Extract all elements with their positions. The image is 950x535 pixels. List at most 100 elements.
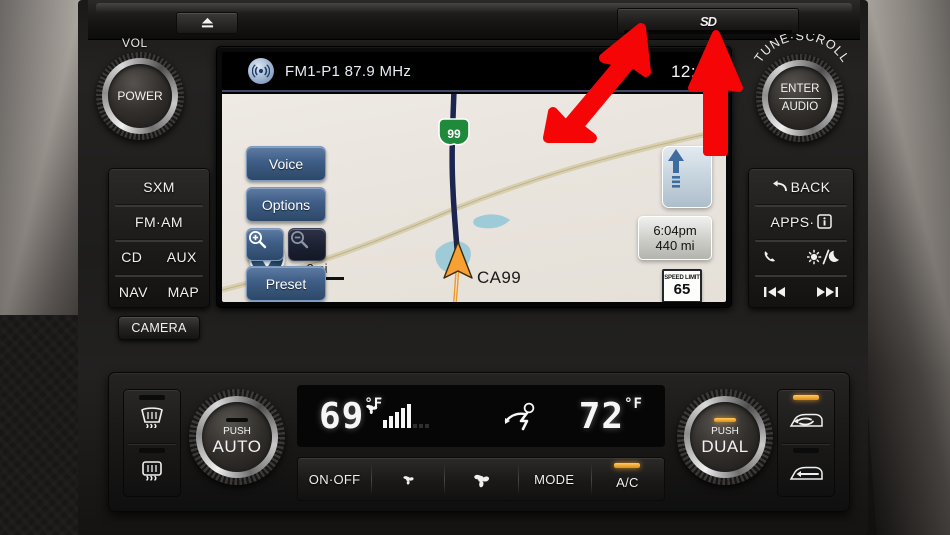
tune-scroll-knob[interactable]: TUNE·SCROLL ENTER AUDIO xyxy=(748,34,856,146)
camera-button[interactable]: CAMERA xyxy=(118,316,200,340)
ac-indicator xyxy=(614,463,641,468)
passenger-temperature-knob[interactable]: PUSH DUAL xyxy=(675,387,775,495)
rear-defrost-indicator xyxy=(139,448,165,453)
previous-track-icon xyxy=(764,286,785,297)
passenger-temp-readout: 72°F xyxy=(579,396,643,437)
defrost-button-group xyxy=(123,389,181,497)
clock-label: 12:00 xyxy=(670,62,716,81)
climate-control-panel: PUSH AUTO 69 °F 72°F ON·OFF MODE A/C PUSH… xyxy=(108,372,850,512)
recirculate-indicator xyxy=(793,395,819,400)
fm-am-label: FM·AM xyxy=(135,213,183,230)
map-label: MAP xyxy=(167,283,200,300)
voice-button-label: Voice xyxy=(268,155,304,172)
eject-button[interactable] xyxy=(176,12,238,34)
volume-power-knob[interactable]: VOL POWER xyxy=(92,36,188,144)
phone-icon xyxy=(764,250,775,262)
fresh-air-button[interactable] xyxy=(778,443,834,496)
fan-increase-button[interactable] xyxy=(444,458,517,500)
driver-temperature-knob[interactable]: PUSH AUTO xyxy=(187,387,287,495)
passenger-knob-push-label: PUSH xyxy=(711,425,739,437)
eject-icon xyxy=(201,18,213,28)
climate-on-off-button[interactable]: ON·OFF xyxy=(298,458,371,500)
back-label: BACK xyxy=(790,178,831,195)
direction-indicator xyxy=(662,146,712,208)
auto-button[interactable]: PUSH AUTO xyxy=(202,402,272,472)
speed-limit-sign: SPEED LIMIT 65 xyxy=(662,269,702,302)
function-button-stack: BACK APPS· xyxy=(748,168,854,308)
front-defrost-button[interactable] xyxy=(124,390,180,443)
back-button[interactable]: BACK xyxy=(749,169,853,204)
rear-defrost-button[interactable] xyxy=(124,443,180,496)
eta-box: 6:04pm 440 mi xyxy=(638,216,712,260)
map-zoom-in-button[interactable] xyxy=(246,228,284,261)
map-canvas[interactable]: 99 2mi CA99 Voice xyxy=(222,94,726,302)
dual-button[interactable]: PUSH DUAL xyxy=(690,402,760,472)
svg-text:99: 99 xyxy=(447,127,461,141)
front-defrost-icon xyxy=(141,406,163,428)
fresh-air-indicator xyxy=(793,448,819,453)
apps-info-button[interactable]: APPS· xyxy=(749,204,853,239)
preset-button[interactable]: Preset xyxy=(246,266,326,301)
volume-knob-label: VOL xyxy=(122,36,148,50)
ac-button[interactable]: A/C xyxy=(590,458,664,500)
climate-lcd-display: 69 °F 72°F xyxy=(297,385,665,447)
auto-label: AUTO xyxy=(212,436,262,456)
passenger-temp-value: 72 xyxy=(578,395,625,437)
phone-brightness-button[interactable] xyxy=(749,239,853,274)
infotainment-dashboard: SD FM1-P1 87.9 MHz 12:00 99 CA99 Voice O… xyxy=(0,0,950,535)
speed-limit-value: 65 xyxy=(673,280,691,298)
track-skip-button[interactable] xyxy=(749,274,853,307)
nav-label: NAV xyxy=(118,283,148,300)
ac-label: A/C xyxy=(616,475,639,490)
fan-level-bars-icon xyxy=(366,404,430,428)
voice-button[interactable]: Voice xyxy=(246,146,326,181)
status-bar: FM1-P1 87.9 MHz 12:00 xyxy=(222,52,726,92)
next-track-icon xyxy=(817,286,838,297)
info-box-icon xyxy=(816,214,832,229)
straight-ahead-arrow-icon xyxy=(668,149,684,188)
fm-am-button[interactable]: FM·AM xyxy=(109,204,209,239)
air-recirculate-icon xyxy=(789,413,823,427)
airflow-face-feet-icon xyxy=(504,402,535,431)
power-button-label: POWER xyxy=(117,89,163,103)
fan-decrease-button[interactable] xyxy=(371,458,444,500)
route-shield-icon: 99 xyxy=(438,118,470,146)
on-off-label: ON·OFF xyxy=(308,471,361,487)
fresh-air-intake-icon xyxy=(789,466,823,480)
brightness-day-night-icon xyxy=(806,249,839,264)
passenger-temp-unit: °F xyxy=(624,395,643,412)
dual-label: DUAL xyxy=(701,436,749,456)
radio-waves-icon xyxy=(248,58,274,84)
enter-audio-button[interactable]: ENTER AUDIO xyxy=(768,66,832,130)
cd-label: CD xyxy=(121,248,143,265)
driver-temp-value: 69 xyxy=(319,395,365,437)
climate-button-row: ON·OFF MODE A/C xyxy=(297,457,665,501)
source-button-stack: SXM FM·AM CD AUX NAV MAP xyxy=(108,168,210,308)
preset-button-label: Preset xyxy=(265,275,307,292)
sd-logo-label: SD xyxy=(699,13,717,29)
back-arrow-icon xyxy=(772,179,787,191)
options-button[interactable]: Options xyxy=(246,187,326,222)
navigation-screen[interactable]: FM1-P1 87.9 MHz 12:00 99 CA99 Voice Opti… xyxy=(222,52,726,302)
air-recirculate-button[interactable] xyxy=(778,390,834,443)
climate-mode-button[interactable]: MODE xyxy=(517,458,591,500)
current-road-label: CA99 xyxy=(477,268,522,287)
aux-label: AUX xyxy=(166,248,197,265)
fan-decrease-icon xyxy=(403,476,414,485)
audio-label: AUDIO xyxy=(781,101,819,113)
dual-indicator xyxy=(714,418,736,422)
auto-indicator xyxy=(226,418,248,422)
air-intake-button-group xyxy=(777,389,835,497)
zoom-out-icon xyxy=(291,231,309,249)
cd-aux-button[interactable]: CD AUX xyxy=(109,239,209,274)
nav-map-button[interactable]: NAV MAP xyxy=(109,274,209,307)
sxm-button[interactable]: SXM xyxy=(109,169,209,204)
driver-knob-push-label: PUSH xyxy=(223,425,251,437)
eta-distance-label: 440 mi xyxy=(655,238,695,253)
rear-defrost-icon xyxy=(142,460,162,481)
map-zoom-out-button[interactable] xyxy=(288,228,326,261)
zoom-in-icon xyxy=(249,231,267,249)
options-button-label: Options xyxy=(261,196,311,213)
power-button[interactable]: POWER xyxy=(108,64,172,128)
fan-increase-icon xyxy=(474,474,490,488)
